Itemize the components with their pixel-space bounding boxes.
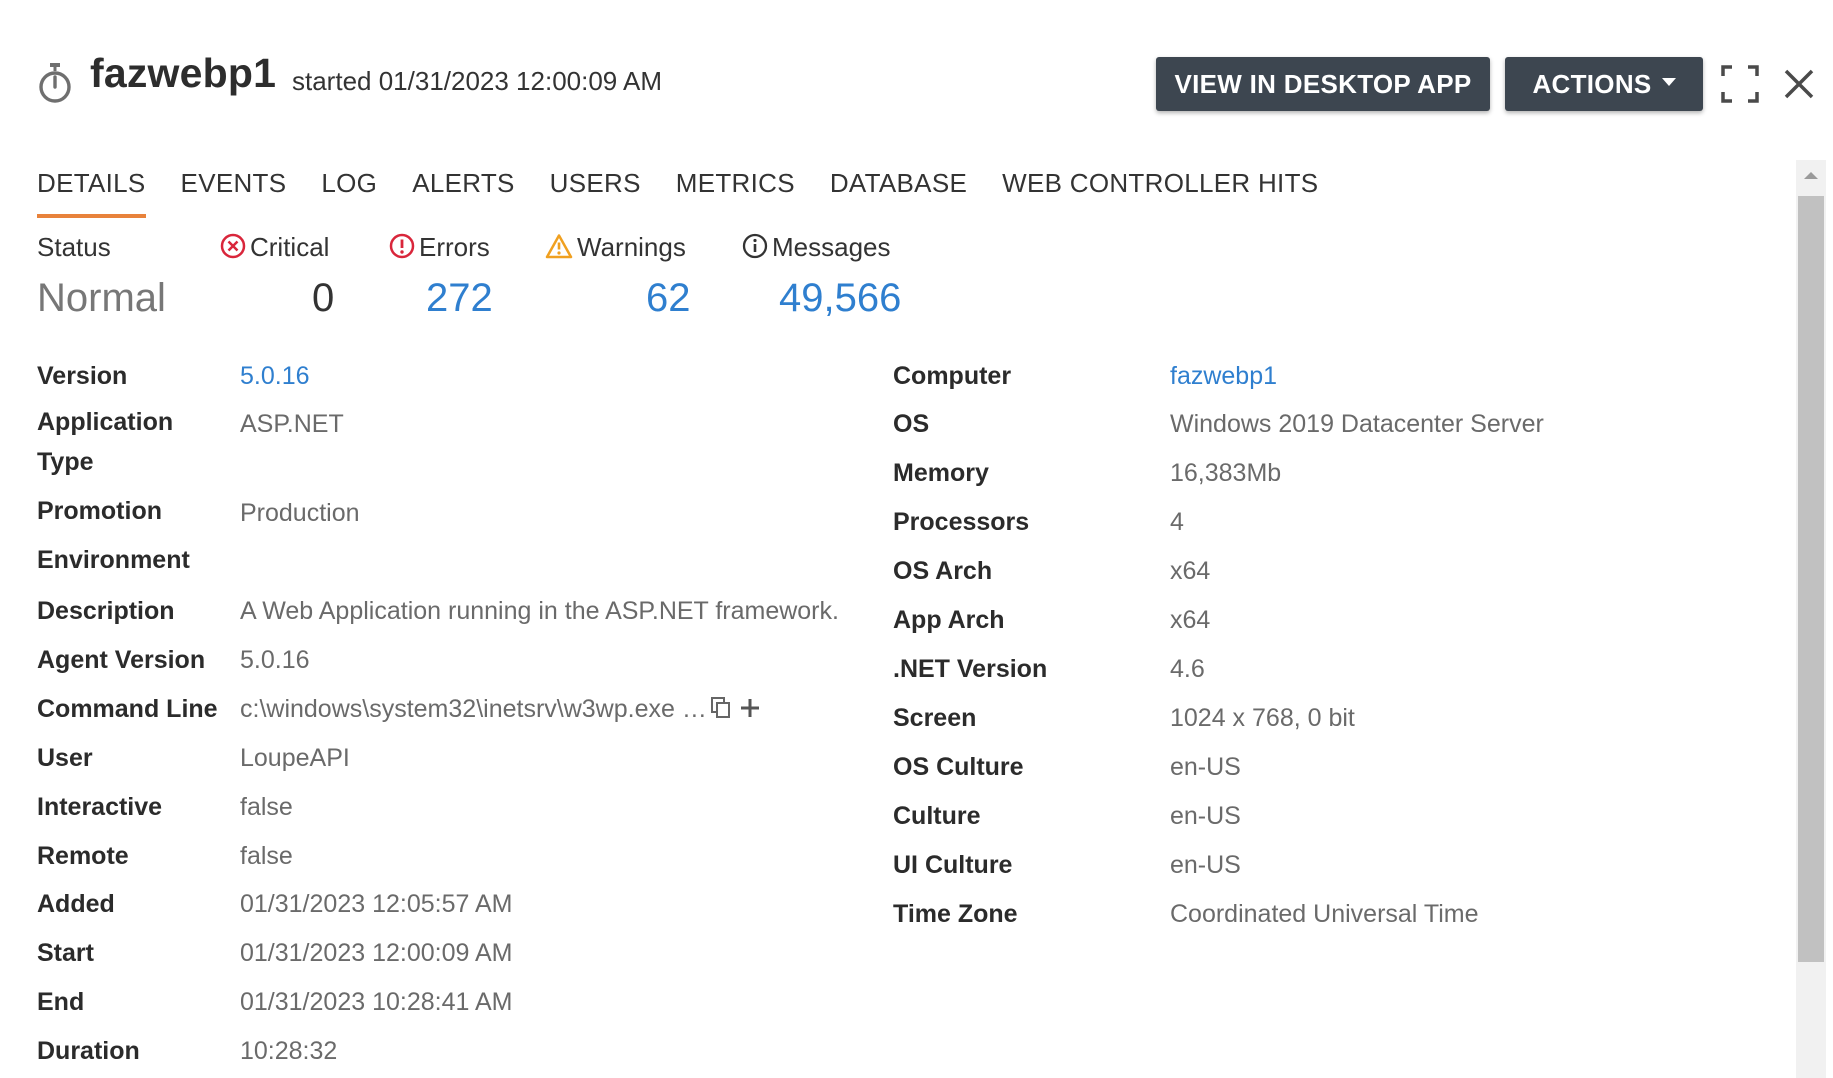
- page-title: fazwebp1: [90, 50, 277, 96]
- tab-details[interactable]: DETAILS: [37, 168, 146, 218]
- detail-key-version: Version: [37, 362, 128, 390]
- detail-key-added: Added: [37, 890, 115, 918]
- circle-exclamation-icon: [389, 233, 415, 259]
- tab-metrics[interactable]: METRICS: [676, 168, 795, 218]
- detail-value-promotion-environment: Production: [240, 499, 360, 527]
- view-in-desktop-app-button[interactable]: VIEW IN DESKTOP APP: [1156, 57, 1490, 111]
- detail-key-os-arch: OS Arch: [893, 557, 993, 585]
- warnings-label-group: Warnings: [545, 232, 686, 263]
- detail-key-computer: Computer: [893, 362, 1012, 390]
- detail-value-duration: 10:28:32: [240, 1037, 338, 1065]
- detail-key-ui-culture: UI Culture: [893, 851, 1013, 879]
- warnings-label: Warnings: [577, 232, 686, 262]
- session-start-subtitle: started 01/31/2023 12:00:09 AM: [292, 66, 663, 96]
- detail-value-added: 01/31/2023 12:05:57 AM: [240, 890, 513, 918]
- detail-value-command-line: c:\windows\system32\inetsrv\w3wp.exe …: [240, 695, 761, 724]
- circle-info-icon: [742, 233, 768, 259]
- detail-value-description: A Web Application running in the ASP.NET…: [240, 597, 839, 625]
- detail-key-end: End: [37, 988, 85, 1016]
- detail-value-app-arch: x64: [1170, 606, 1211, 634]
- tab-web-controller-hits[interactable]: WEB CONTROLLER HITS: [1002, 168, 1318, 218]
- detail-key-time-zone: Time Zone: [893, 900, 1018, 928]
- expand-icon[interactable]: [1720, 64, 1760, 104]
- status-value: Normal: [37, 276, 166, 320]
- detail-key-user: User: [37, 744, 93, 772]
- messages-count-link[interactable]: 49,566: [779, 276, 901, 321]
- dialog-header: fazwebp1 started 01/31/2023 12:00:09 AM …: [0, 0, 1833, 160]
- detail-value-os-culture: en-US: [1170, 753, 1241, 781]
- status-summary: Status Normal Critical 0 Errors 272 Warn…: [0, 232, 1000, 332]
- errors-count-link[interactable]: 272: [426, 276, 493, 321]
- close-icon[interactable]: [1781, 66, 1817, 102]
- detail-value-screen: 1024 x 768, 0 bit: [1170, 704, 1355, 732]
- tab-log[interactable]: LOG: [321, 168, 377, 218]
- actions-dropdown-button[interactable]: ACTIONS: [1505, 57, 1703, 111]
- tab-database[interactable]: DATABASE: [830, 168, 967, 218]
- detail-value-time-zone: Coordinated Universal Time: [1170, 900, 1479, 928]
- detail-key-remote: Remote: [37, 842, 129, 870]
- detail-key-app-arch: App Arch: [893, 606, 1005, 634]
- detail-value-interactive: false: [240, 793, 293, 821]
- detail-key-interactive: Interactive: [37, 793, 163, 821]
- warnings-count-link[interactable]: 62: [646, 276, 691, 321]
- detail-value-memory: 16,383Mb: [1170, 459, 1282, 487]
- detail-key-command-line: Command Line: [37, 695, 218, 723]
- detail-key-net-version: .NET Version: [893, 655, 1048, 683]
- tab-alerts[interactable]: ALERTS: [412, 168, 514, 218]
- detail-key-os-culture: OS Culture: [893, 753, 1024, 781]
- circle-x-icon: [220, 233, 246, 259]
- critical-label-group: Critical: [220, 232, 329, 263]
- command-line-text: c:\windows\system32\inetsrv\w3wp.exe …: [240, 695, 707, 723]
- errors-label: Errors: [419, 232, 490, 262]
- detail-key-processors: Processors: [893, 508, 1030, 536]
- tab-events[interactable]: EVENTS: [181, 168, 287, 218]
- detail-key-os: OS: [893, 410, 930, 438]
- detail-value-application-type: ASP.NET: [240, 410, 344, 438]
- errors-label-group: Errors: [389, 232, 490, 263]
- tab-bar: DETAILS EVENTS LOG ALERTS USERS METRICS …: [37, 168, 1353, 218]
- detail-value-processors: 4: [1170, 508, 1184, 536]
- tab-users[interactable]: USERS: [550, 168, 641, 218]
- scrollbar-thumb[interactable]: [1798, 196, 1824, 962]
- detail-value-agent-version: 5.0.16: [240, 646, 310, 674]
- critical-label: Critical: [250, 232, 330, 262]
- vertical-scrollbar[interactable]: [1796, 160, 1826, 1078]
- detail-value-culture: en-US: [1170, 802, 1241, 830]
- messages-label-group: Messages: [742, 232, 891, 263]
- detail-value-os-arch: x64: [1170, 557, 1211, 585]
- caret-down-icon: [1661, 77, 1676, 86]
- detail-key-agent-version: Agent Version: [37, 646, 206, 674]
- detail-key-screen: Screen: [893, 704, 977, 732]
- stopwatch-icon: [39, 63, 71, 103]
- triangle-warning-icon: [545, 234, 573, 259]
- detail-value-version-link[interactable]: 5.0.16: [240, 362, 310, 391]
- plus-icon[interactable]: [739, 697, 761, 719]
- detail-key-application-type: Application Type: [37, 408, 174, 476]
- detail-value-start: 01/31/2023 12:00:09 AM: [240, 939, 513, 967]
- detail-value-net-version: 4.6: [1170, 655, 1205, 683]
- detail-value-os: Windows 2019 Datacenter Server: [1170, 410, 1544, 438]
- detail-value-computer-link[interactable]: fazwebp1: [1170, 362, 1277, 391]
- messages-label: Messages: [772, 232, 891, 262]
- detail-key-start: Start: [37, 939, 94, 967]
- actions-button-label: ACTIONS: [1532, 68, 1652, 99]
- copy-icon[interactable]: [710, 696, 732, 720]
- detail-key-duration: Duration: [37, 1037, 140, 1065]
- detail-key-description: Description: [37, 597, 175, 625]
- critical-count: 0: [312, 276, 335, 320]
- scroll-up-arrow[interactable]: [1796, 160, 1826, 190]
- detail-key-memory: Memory: [893, 459, 989, 487]
- detail-value-ui-culture: en-US: [1170, 851, 1241, 879]
- detail-value-end: 01/31/2023 10:28:41 AM: [240, 988, 513, 1016]
- status-label: Status: [37, 232, 111, 262]
- detail-key-culture: Culture: [893, 802, 981, 830]
- detail-value-user: LoupeAPI: [240, 744, 350, 772]
- detail-key-promotion-environment: Promotion Environment: [37, 497, 190, 574]
- detail-value-remote: false: [240, 842, 293, 870]
